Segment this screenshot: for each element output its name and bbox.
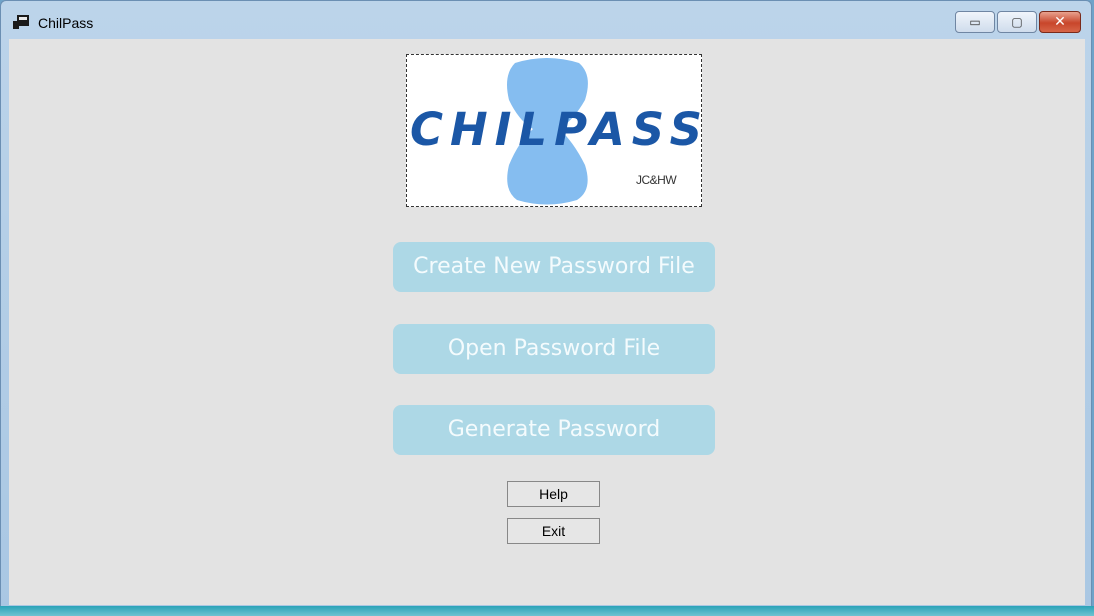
maximize-button[interactable]: ▢ xyxy=(997,11,1037,33)
taskbar-edge xyxy=(0,606,1094,616)
generate-password-button[interactable]: Generate Password xyxy=(393,405,715,455)
logo-image: CHILPASS JC&HW xyxy=(406,54,702,207)
title-bar[interactable]: ChilPass ▭ ▢ ✕ xyxy=(1,1,1091,39)
minimize-button[interactable]: ▭ xyxy=(955,11,995,33)
exit-button[interactable]: Exit xyxy=(507,518,600,544)
close-button[interactable]: ✕ xyxy=(1039,11,1081,33)
client-area: CHILPASS JC&HW Create New Password File … xyxy=(9,39,1085,605)
open-password-file-button[interactable]: Open Password File xyxy=(393,324,715,374)
maximize-icon: ▢ xyxy=(1011,15,1023,29)
app-icon xyxy=(13,14,29,29)
caption-buttons: ▭ ▢ ✕ xyxy=(955,11,1081,33)
help-button[interactable]: Help xyxy=(507,481,600,507)
logo-wordmark: CHILPASS xyxy=(410,103,702,156)
window-title: ChilPass xyxy=(38,15,94,31)
create-password-file-button[interactable]: Create New Password File xyxy=(393,242,715,292)
close-icon: ✕ xyxy=(1054,14,1066,30)
minimize-icon: ▭ xyxy=(969,15,981,29)
logo-credit: JC&HW xyxy=(636,173,677,187)
app-window: ChilPass ▭ ▢ ✕ CHILPASS JC&HW Create New… xyxy=(0,0,1092,612)
